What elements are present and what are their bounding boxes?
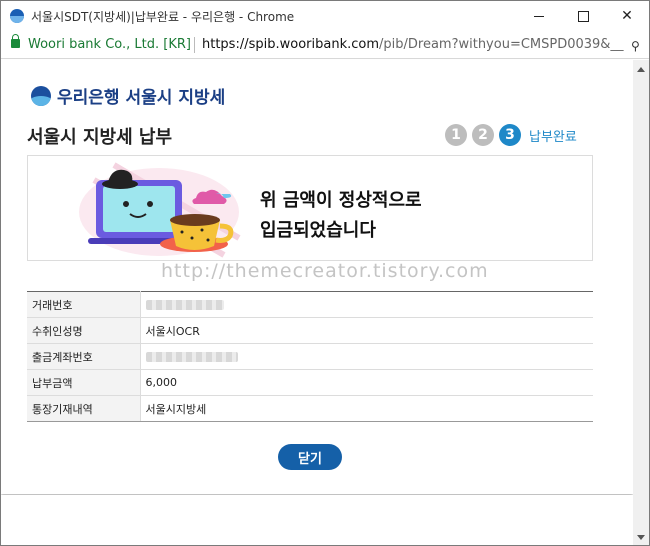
- step-3: 3: [499, 124, 521, 146]
- step-1: 1: [445, 124, 467, 146]
- table-row: 수취인성명 서울시OCR: [27, 317, 593, 344]
- title-bar: 서울시SDT(지방세)|납부완료 - 우리은행 - Chrome ✕: [1, 1, 649, 31]
- scroll-down-arrow-icon[interactable]: [637, 535, 645, 540]
- url-text[interactable]: https://spib.wooribank.com/pib/Dream?wit…: [202, 37, 623, 52]
- row-label: 거래번호: [27, 291, 141, 318]
- url-host: https://spib.wooribank.com: [202, 37, 379, 52]
- step-indicator: 1 2 3 납부완료: [445, 124, 577, 146]
- row-value: 서울시OCR: [140, 317, 593, 344]
- payment-result-table: 거래번호 수취인성명 서울시OCR 출금계좌번호 납부금액 6,000 통장기재…: [27, 291, 593, 422]
- masked-transaction-number: [145, 300, 224, 310]
- completion-banner: 위 금액이 정상적으로 입금되었습니다: [27, 155, 593, 261]
- message-line-2: 입금되었습니다: [260, 220, 376, 241]
- row-label: 수취인성명: [27, 317, 141, 344]
- completion-message: 위 금액이 정상적으로 입금되었습니다: [260, 186, 422, 246]
- url-path: /pib/Dream?withyou=CMSPD0039&__: [379, 37, 624, 52]
- table-row: 통장기재내역 서울시지방세: [27, 395, 593, 422]
- step-2: 2: [472, 124, 494, 146]
- active-step-label: 납부완료: [529, 129, 577, 145]
- certificate-owner[interactable]: Woori bank Co., Ltd. [KR]: [28, 37, 191, 52]
- empty-area: [1, 495, 633, 545]
- woori-app-icon: [10, 9, 24, 23]
- watermark-text: http://themecreator.tistory.com: [161, 260, 489, 282]
- row-value: 서울시지방세: [140, 395, 593, 422]
- laptop-coffee-illustration: [79, 162, 241, 258]
- table-row: 납부금액 6,000: [27, 369, 593, 396]
- row-value: [140, 343, 593, 370]
- table-row: 출금계좌번호: [27, 343, 593, 370]
- maximize-button[interactable]: [561, 1, 605, 31]
- row-value: [140, 291, 593, 318]
- close-window-button[interactable]: ✕: [605, 1, 649, 31]
- scroll-up-arrow-icon[interactable]: [637, 67, 645, 72]
- address-bar[interactable]: Woori bank Co., Ltd. [KR] https://spib.w…: [1, 31, 649, 59]
- brand-text: 우리은행 서울시 지방세: [57, 88, 226, 108]
- window-title: 서울시SDT(지방세)|납부완료 - 우리은행 - Chrome: [31, 10, 295, 24]
- row-label: 통장기재내역: [27, 395, 141, 422]
- browser-window: 서울시SDT(지방세)|납부완료 - 우리은행 - Chrome ✕ Woori…: [0, 0, 650, 546]
- woori-logo-icon: [31, 85, 51, 106]
- table-row: 거래번호: [27, 291, 593, 318]
- scrollbar[interactable]: [633, 60, 649, 545]
- page-title: 서울시 지방세 납부: [27, 127, 173, 148]
- masked-account-number: [145, 352, 238, 362]
- message-line-1: 위 금액이 정상적으로: [260, 190, 422, 211]
- close-button[interactable]: 닫기: [278, 444, 342, 470]
- brand-logo: 우리은행 서울시 지방세: [31, 83, 225, 108]
- row-label: 납부금액: [27, 369, 141, 396]
- minimize-button[interactable]: [517, 1, 561, 31]
- key-icon[interactable]: ⚲: [631, 39, 640, 53]
- address-divider: [194, 37, 195, 53]
- row-value: 6,000: [140, 369, 593, 396]
- lock-icon[interactable]: [11, 34, 20, 48]
- row-label: 출금계좌번호: [27, 343, 141, 370]
